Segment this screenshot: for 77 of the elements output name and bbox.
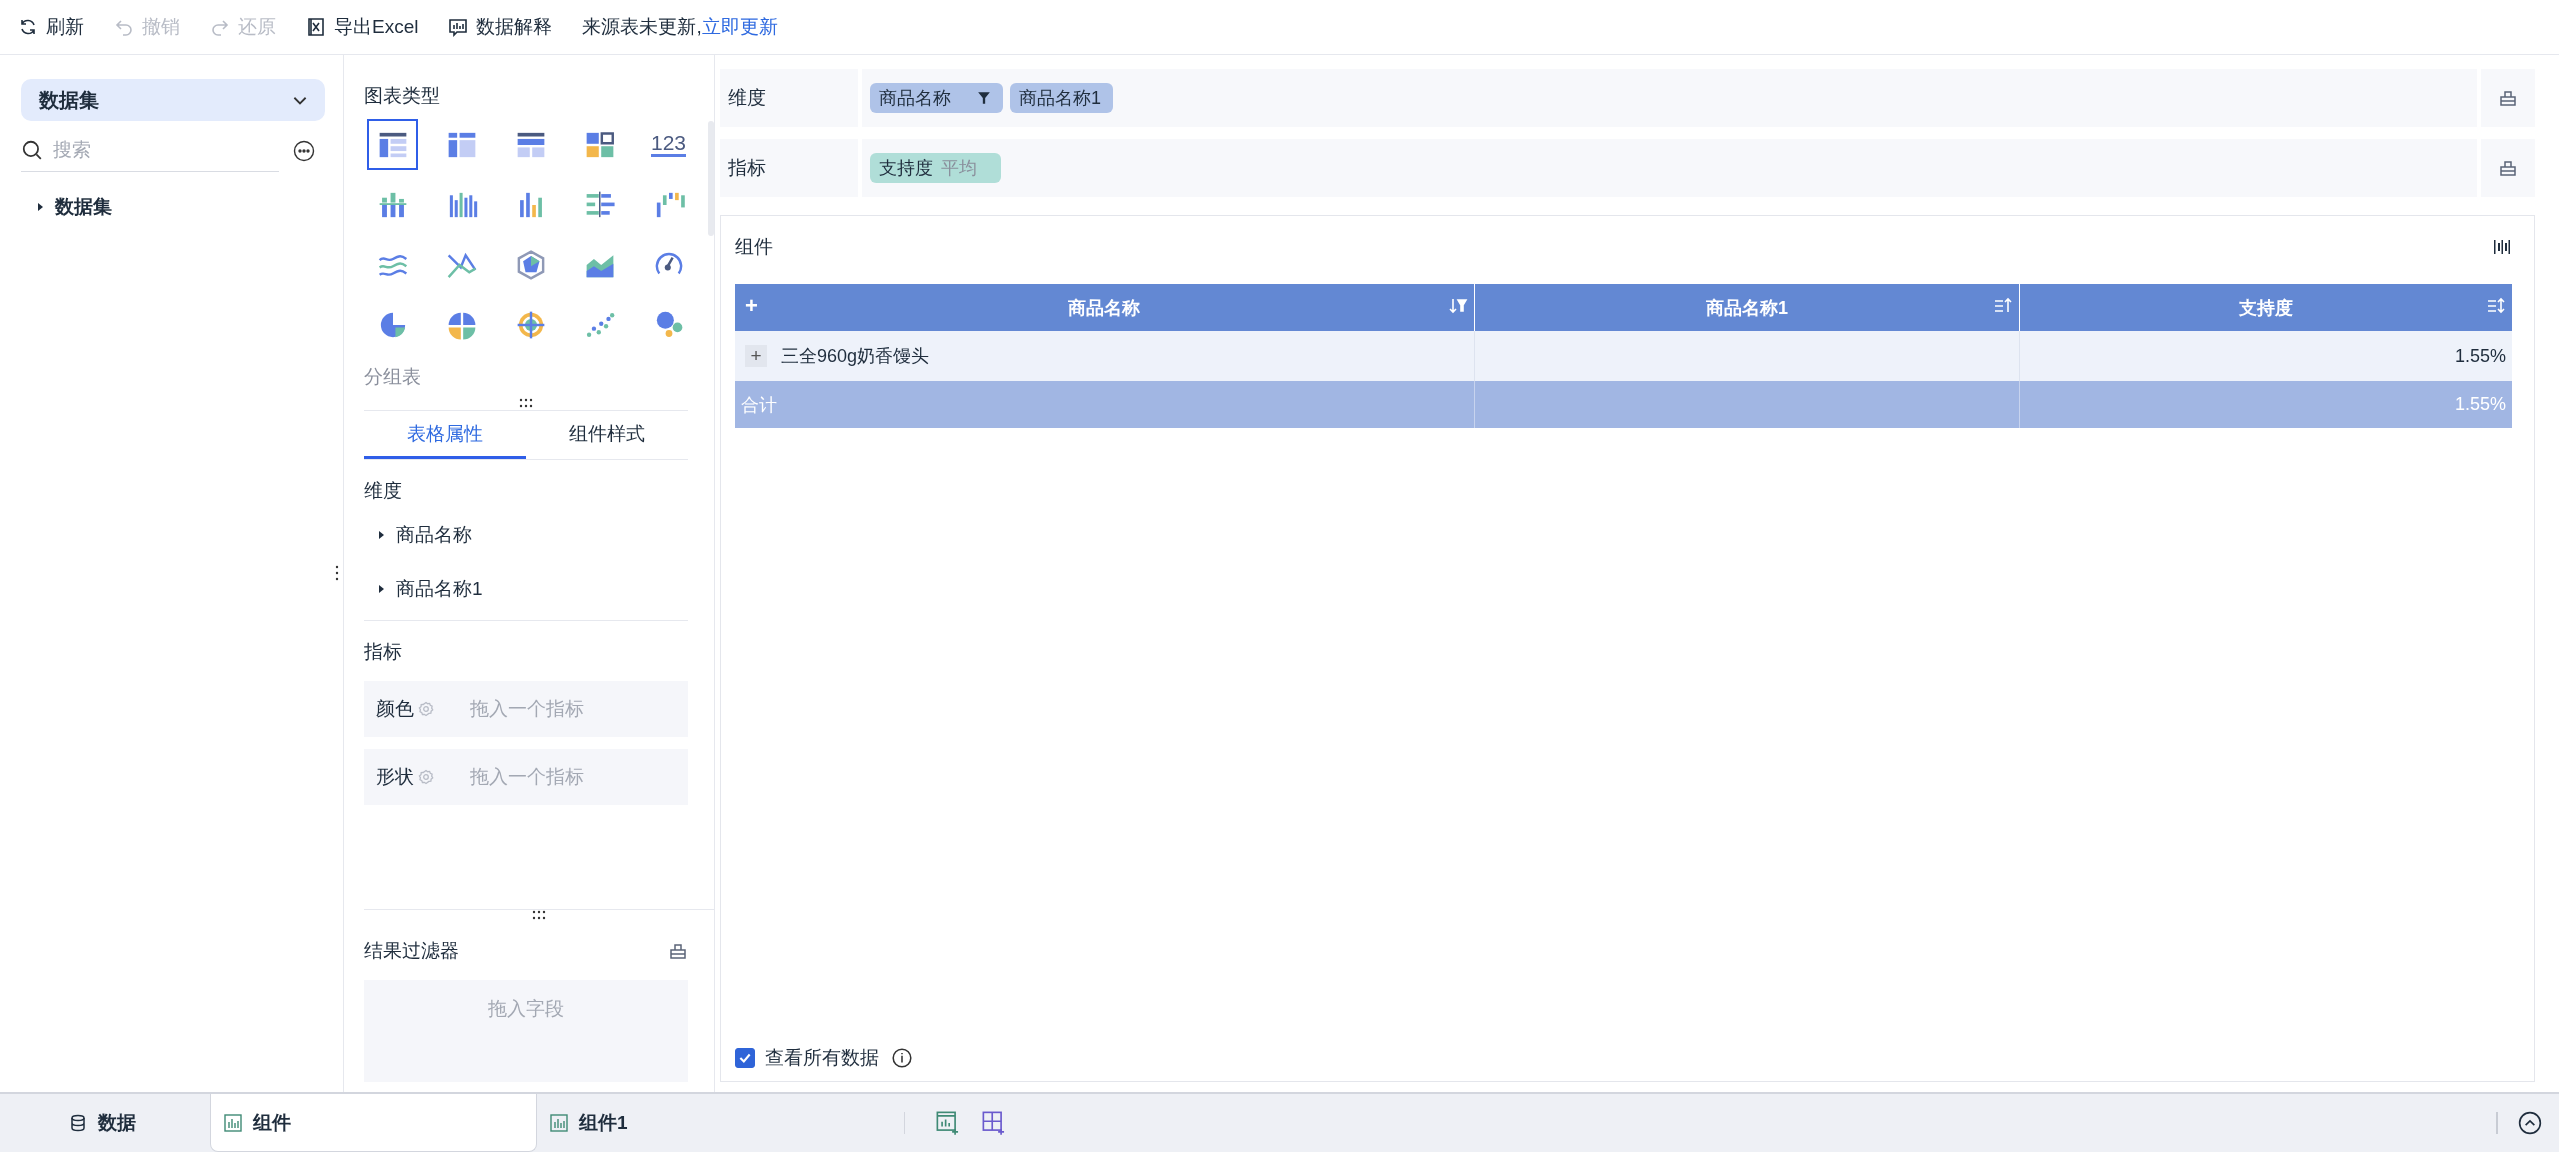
chart-type-button[interactable]: 123 xyxy=(643,119,694,170)
slot-label: 形状 xyxy=(376,765,414,789)
toolbar-button[interactable]: 数据解释 xyxy=(448,14,553,40)
column-title: 商品名称 xyxy=(1068,297,1141,318)
pill-label: 商品名称1 xyxy=(1019,87,1101,110)
toolbar-button[interactable]: 导出Excel xyxy=(306,14,419,40)
drag-handle-icon[interactable] xyxy=(518,398,534,408)
drop-zone[interactable]: 颜色 拖入一个指标 xyxy=(364,681,688,737)
sort-filter-icon[interactable] xyxy=(1447,296,1468,316)
widget-title: 组件 xyxy=(735,235,773,259)
collapse-icon[interactable] xyxy=(2518,1111,2542,1135)
lock-icon[interactable] xyxy=(668,941,688,961)
tree-item[interactable]: 数据集 xyxy=(35,194,323,220)
refresh-icon xyxy=(18,17,38,37)
cell-text: 三全960g奶香馒头 xyxy=(781,346,930,366)
field-pill[interactable]: 商品名称1 xyxy=(1010,83,1113,113)
pill-label: 商品名称 xyxy=(879,87,951,110)
drag-handle-icon[interactable] xyxy=(531,910,547,920)
dimension-item[interactable]: 商品名称1 xyxy=(364,562,714,616)
lock-icon xyxy=(2498,158,2518,178)
columns-icon[interactable] xyxy=(2492,237,2512,257)
drop-zone[interactable]: 支持度 平均 xyxy=(862,139,2477,197)
dimension-item[interactable]: 商品名称 xyxy=(364,508,714,562)
sheet-tab[interactable]: 数据 xyxy=(0,1094,210,1152)
more-icon[interactable] xyxy=(293,139,315,162)
database-icon xyxy=(68,1113,88,1133)
pill-label: 支持度 xyxy=(879,157,933,180)
field-pill[interactable]: 商品名称 xyxy=(870,83,1003,113)
sheet-tab[interactable]: 组件 xyxy=(210,1094,537,1152)
lock-button[interactable] xyxy=(2481,139,2535,197)
lock-button[interactable] xyxy=(2481,69,2535,127)
bar-chart-icon xyxy=(223,1112,243,1133)
drop-hint: 拖入一个指标 xyxy=(470,765,584,789)
expand-all-button[interactable]: + xyxy=(745,293,758,319)
excel-icon xyxy=(306,17,326,37)
section-title: 结果过滤器 xyxy=(364,939,459,963)
lock-icon xyxy=(2498,88,2518,108)
check-icon xyxy=(738,1051,752,1065)
drop-zone[interactable]: 形状 拖入一个指标 xyxy=(364,749,688,805)
drop-zone[interactable]: 商品名称 商品名称1 xyxy=(862,69,2477,127)
chart-type-button[interactable] xyxy=(367,119,418,170)
column-title: 支持度 xyxy=(2239,297,2294,318)
update-notice: 来源表未更新, xyxy=(582,15,702,39)
sort-icon[interactable] xyxy=(2486,296,2506,316)
search-icon xyxy=(21,139,43,161)
expand-row-button[interactable]: + xyxy=(745,345,767,367)
info-icon[interactable] xyxy=(891,1047,913,1069)
sheet-tab[interactable]: 组件1 xyxy=(537,1094,864,1152)
field-label: 指标 xyxy=(720,139,858,197)
table-cell: 1.55% xyxy=(2019,381,2512,428)
toolbar-button[interactable]: 刷新 xyxy=(18,14,84,40)
field-pill[interactable]: 支持度 平均 xyxy=(870,153,1001,183)
redo-icon xyxy=(210,17,230,37)
property-tab[interactable]: 表格属性 xyxy=(364,411,526,459)
table-cell: 1.55% xyxy=(2019,331,2512,381)
section-title: 维度 xyxy=(364,479,403,503)
aggregation-label: 平均 xyxy=(941,157,977,180)
checkbox[interactable] xyxy=(735,1048,755,1068)
search-field[interactable]: 搜索 xyxy=(51,138,255,162)
slot-label: 颜色 xyxy=(376,697,414,721)
add-dashboard-icon[interactable] xyxy=(981,1110,1007,1136)
add-widget-icon[interactable] xyxy=(935,1110,961,1136)
table-cell: 合计 xyxy=(735,381,1475,428)
drag-handle-icon[interactable] xyxy=(334,565,340,581)
section-title: 指标 xyxy=(364,640,403,664)
update-now-link[interactable]: 立即更新 xyxy=(701,14,778,40)
property-tab[interactable]: 组件样式 xyxy=(526,411,688,459)
column-title: 商品名称1 xyxy=(1705,297,1788,318)
section-title: 图表类型 xyxy=(364,84,441,108)
drop-hint: 拖入一个指标 xyxy=(470,697,584,721)
chart-icon xyxy=(448,17,469,37)
dataset-dropdown[interactable]: 数据集 xyxy=(21,79,325,121)
show-all-checkbox[interactable]: 查看所有数据 xyxy=(735,1045,879,1071)
undo-icon xyxy=(114,17,134,37)
chart-type-name: 分组表 xyxy=(364,365,422,389)
field-label: 维度 xyxy=(720,69,858,127)
bar-chart-icon xyxy=(549,1113,569,1133)
